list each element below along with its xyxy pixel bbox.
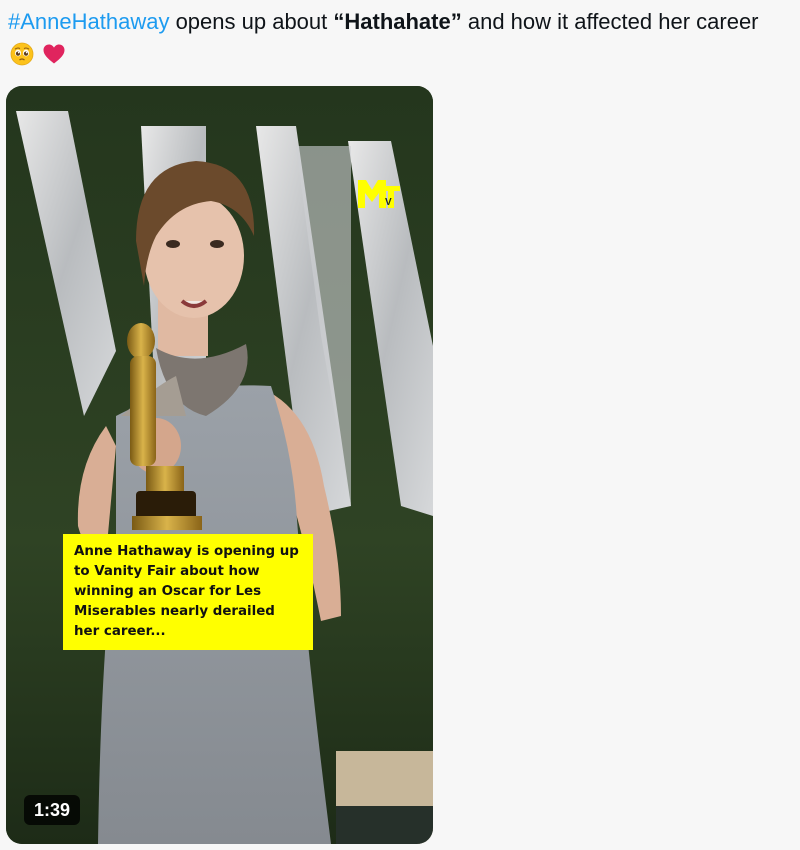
mtv-logo: V [358,180,400,208]
svg-text:V: V [385,197,392,208]
pleading-face-emoji [10,42,34,66]
video-player[interactable]: V Anne Hathaway is opening up to Vanity … [6,86,433,844]
video-caption: Anne Hathaway is opening up to Vanity Fa… [63,534,313,650]
tweet-text-part-2: and how it affected her career [461,9,759,34]
tweet-text-part-1: opens up about [169,9,334,34]
tweet-bold-term: “Hathahate” [333,9,462,34]
hashtag-link[interactable]: #AnneHathaway [8,9,169,34]
tweet-text: #AnneHathaway opens up about “Hathahate”… [8,6,788,70]
red-heart-emoji [43,44,65,64]
video-duration-badge: 1:39 [24,795,81,825]
